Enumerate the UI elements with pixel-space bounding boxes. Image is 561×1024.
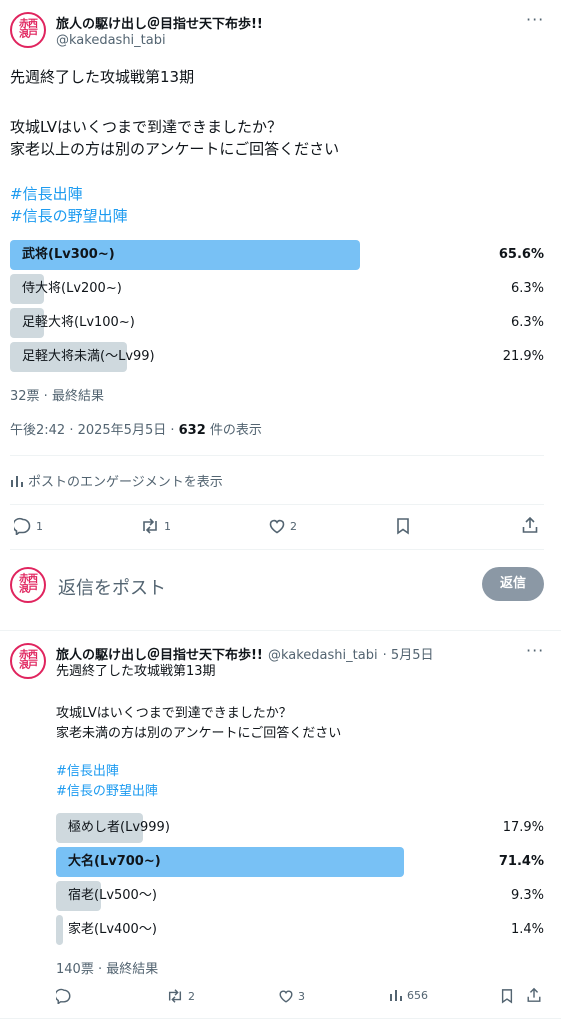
reply-icon bbox=[56, 988, 71, 1004]
divider bbox=[10, 455, 544, 456]
share-button[interactable] bbox=[526, 987, 542, 1003]
tweet-text-line: 家老以上の方は別のアンケートにご回答ください bbox=[10, 140, 340, 158]
poll-option: 宿老(Lv500〜) 9.3% bbox=[56, 881, 544, 911]
bookmark-button[interactable] bbox=[395, 517, 411, 535]
avatar[interactable]: 赤西浪戸 bbox=[10, 567, 46, 603]
bookmark-icon bbox=[501, 989, 513, 1004]
poll-option: 極めし者(Lv999) 17.9% bbox=[56, 813, 544, 843]
tweet-text-line: 先週終了した攻城戦第13期 bbox=[56, 664, 216, 679]
hashtag-link[interactable]: #信長出陣 bbox=[10, 183, 83, 205]
poll-option: 侍大将(Lv200~) 6.3% bbox=[10, 274, 544, 304]
retweet-button[interactable]: 2 bbox=[166, 988, 195, 1004]
tweet-text-line: 先週終了した攻城戦第13期 bbox=[10, 68, 195, 86]
timestamp-text[interactable]: 午後2:42 · 2025年5月5日 · bbox=[10, 423, 179, 438]
reply-button[interactable]: 1 bbox=[14, 517, 43, 535]
share-icon bbox=[527, 987, 541, 1002]
more-options-icon[interactable]: ··· bbox=[526, 10, 544, 29]
tweet-text-line: 攻城LVはいくつまで到達できましたか？ bbox=[10, 118, 282, 136]
retweet-count: 2 bbox=[188, 989, 195, 1003]
heart-icon bbox=[279, 990, 293, 1003]
reply-input[interactable]: 返信をポスト bbox=[58, 574, 166, 600]
poll-option: 武将(Lv300~) 65.6% bbox=[10, 240, 544, 270]
tweet-header: 旅人の駆け出し＠目指せ天下布歩!! @kakedashi_tabi · 5月5日 bbox=[56, 644, 433, 663]
analytics-icon bbox=[390, 990, 402, 1001]
poll-option-label: 大名(Lv700~) bbox=[68, 854, 161, 869]
poll-option-percent: 6.3% bbox=[510, 315, 544, 330]
poll-option-percent: 71.4% bbox=[498, 854, 544, 869]
poll-option-label: 足軽大将未満(〜Lv99) bbox=[22, 349, 155, 364]
poll-option: 足軽大将未満(〜Lv99) 21.9% bbox=[10, 342, 544, 372]
divider bbox=[0, 1018, 561, 1019]
poll-option-label: 侍大将(Lv200~) bbox=[22, 281, 122, 296]
post-date[interactable]: · 5月5日 bbox=[383, 648, 434, 663]
retweet-button[interactable]: 1 bbox=[140, 517, 171, 535]
poll-option-percent: 21.9% bbox=[502, 349, 544, 364]
share-icon bbox=[522, 516, 538, 533]
avatar[interactable]: 赤西浪戸 bbox=[10, 12, 46, 48]
tweet-text-line: 家老未満の方は別のアンケートにご回答ください bbox=[56, 726, 342, 741]
reply-submit-button[interactable]: 返信 bbox=[482, 567, 544, 601]
poll-option-percent: 6.3% bbox=[510, 281, 544, 296]
reply-count: 1 bbox=[36, 519, 43, 533]
poll-option-percent: 65.6% bbox=[498, 247, 544, 262]
heart-icon bbox=[269, 519, 285, 534]
display-name[interactable]: 旅人の駆け出し＠目指せ天下布歩!! bbox=[56, 13, 263, 32]
poll-option-percent: 17.9% bbox=[502, 820, 544, 835]
share-button[interactable] bbox=[521, 516, 539, 534]
divider bbox=[10, 504, 544, 505]
section-divider bbox=[0, 630, 561, 631]
retweet-count: 1 bbox=[164, 519, 171, 533]
display-name[interactable]: 旅人の駆け出し＠目指せ天下布歩!! bbox=[56, 648, 263, 663]
divider bbox=[10, 549, 544, 550]
poll-option-label: 極めし者(Lv999) bbox=[68, 820, 170, 835]
poll-option-label: 武将(Lv300~) bbox=[22, 247, 115, 262]
retweet-icon bbox=[143, 518, 157, 534]
poll-option: 足軽大将(Lv100~) 6.3% bbox=[10, 308, 544, 338]
handle[interactable]: @kakedashi_tabi bbox=[268, 648, 378, 663]
hashtag-link[interactable]: #信長出陣 bbox=[56, 762, 119, 782]
like-count: 2 bbox=[290, 519, 297, 533]
like-count: 3 bbox=[298, 989, 305, 1003]
poll-option-label: 宿老(Lv500〜) bbox=[68, 888, 157, 903]
poll-option-percent: 1.4% bbox=[510, 922, 544, 937]
tweet-text-line: 攻城LVはいくつまで到達できましたか？ bbox=[56, 706, 292, 721]
engagement-link[interactable]: ポストのエンゲージメントを表示 bbox=[10, 471, 223, 490]
timestamp: 午後2:42 · 2025年5月5日 · 632 件の表示 bbox=[10, 419, 262, 438]
poll-bar bbox=[56, 915, 63, 945]
poll-option: 家老(Lv400〜) 1.4% bbox=[56, 915, 544, 945]
views-label: 件の表示 bbox=[205, 423, 262, 438]
poll-summary: 140票 · 最終結果 bbox=[56, 962, 159, 977]
poll-option-label: 家老(Lv400〜) bbox=[68, 922, 157, 937]
hashtag-link[interactable]: #信長の野望出陣 bbox=[10, 205, 128, 227]
retweet-icon bbox=[168, 989, 182, 1003]
poll-option-label: 足軽大将(Lv100~) bbox=[22, 315, 135, 330]
poll-option: 大名(Lv700~) 71.4% bbox=[56, 847, 544, 877]
more-options-icon[interactable]: ··· bbox=[526, 641, 544, 660]
reply-button[interactable] bbox=[56, 988, 76, 1004]
bookmark-button[interactable] bbox=[500, 988, 514, 1004]
views-count: 632 bbox=[178, 423, 206, 438]
poll-option-percent: 9.3% bbox=[510, 888, 544, 903]
engagement-label: ポストのエンゲージメントを表示 bbox=[28, 475, 223, 490]
views-count: 656 bbox=[407, 988, 428, 1002]
poll-summary: 32票 · 最終結果 bbox=[10, 389, 104, 404]
analytics-icon bbox=[11, 475, 23, 487]
views-button[interactable]: 656 bbox=[389, 988, 428, 1002]
avatar[interactable]: 赤西浪戸 bbox=[10, 643, 46, 679]
like-button[interactable]: 3 bbox=[278, 988, 305, 1004]
handle[interactable]: @kakedashi_tabi bbox=[56, 33, 166, 48]
bookmark-icon bbox=[397, 518, 409, 535]
like-button[interactable]: 2 bbox=[268, 517, 297, 535]
hashtag-link[interactable]: #信長の野望出陣 bbox=[56, 782, 158, 802]
reply-icon bbox=[14, 517, 31, 535]
